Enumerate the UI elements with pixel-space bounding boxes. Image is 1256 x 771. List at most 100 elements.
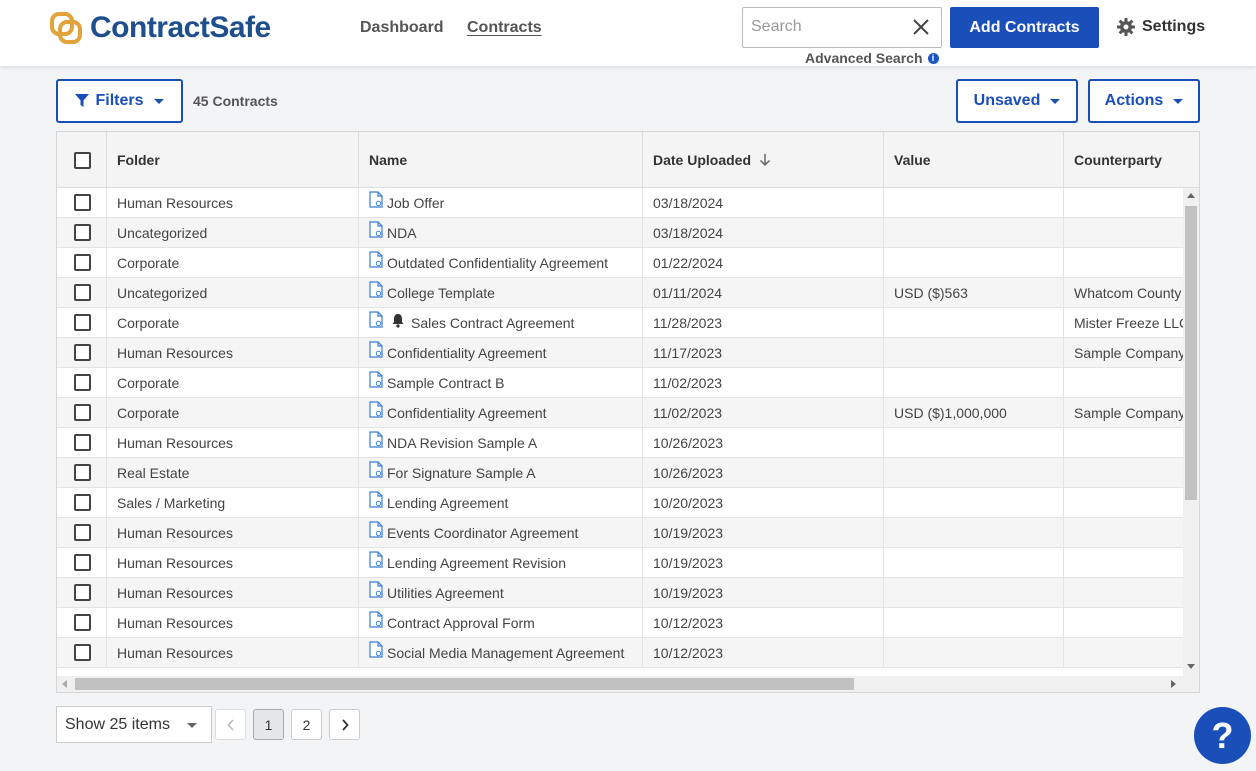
contract-name-link[interactable]: Contract Approval Form: [387, 615, 535, 631]
row-checkbox[interactable]: [74, 524, 91, 541]
name-cell[interactable]: Sales Contract Agreement: [359, 308, 643, 338]
name-cell[interactable]: Utilities Agreement: [359, 578, 643, 608]
table-row[interactable]: Human Resources Contract Approval Form 10/…: [57, 608, 1183, 638]
row-checkbox[interactable]: [74, 614, 91, 631]
contract-name-link[interactable]: Lending Agreement: [387, 495, 508, 511]
contract-name-link[interactable]: Events Coordinator Agreement: [387, 525, 578, 541]
table-row[interactable]: Corporate Outdated Confidentiality Agreem…: [57, 248, 1183, 278]
scroll-down-icon[interactable]: [1187, 664, 1195, 669]
contract-name-link[interactable]: Sample Contract B: [387, 375, 505, 391]
help-button[interactable]: ?: [1194, 707, 1251, 764]
row-checkbox[interactable]: [74, 314, 91, 331]
column-header-counterparty[interactable]: Counterparty: [1064, 132, 1199, 188]
name-cell[interactable]: Events Coordinator Agreement: [359, 518, 643, 548]
page-2-button[interactable]: 2: [291, 709, 322, 740]
nav-dashboard[interactable]: Dashboard: [360, 19, 444, 37]
scroll-right-icon[interactable]: [1171, 680, 1176, 688]
row-checkbox[interactable]: [74, 194, 91, 211]
name-cell[interactable]: NDA: [359, 218, 643, 248]
name-cell[interactable]: Contract Approval Form: [359, 608, 643, 638]
name-cell[interactable]: NDA Revision Sample A: [359, 428, 643, 458]
column-header-name[interactable]: Name: [359, 132, 643, 188]
row-checkbox[interactable]: [74, 584, 91, 601]
table-row[interactable]: Real Estate For Signature Sample A 10/26/2…: [57, 458, 1183, 488]
contract-name-link[interactable]: Confidentiality Agreement: [387, 405, 547, 421]
contract-name-link[interactable]: Utilities Agreement: [387, 585, 504, 601]
vertical-scrollbar[interactable]: [1183, 188, 1199, 676]
table-row[interactable]: Human Resources Job Offer 03/18/2024: [57, 188, 1183, 218]
contract-name-link[interactable]: For Signature Sample A: [387, 465, 536, 481]
prev-page-button[interactable]: [215, 709, 246, 740]
close-icon[interactable]: [911, 17, 931, 37]
add-contracts-button[interactable]: Add Contracts: [950, 7, 1099, 48]
table-row[interactable]: Uncategorized NDA 03/18/2024: [57, 218, 1183, 248]
contract-name-link[interactable]: NDA Revision Sample A: [387, 435, 537, 451]
advanced-search-link[interactable]: Advanced Search i: [805, 50, 939, 66]
contract-name-link[interactable]: Outdated Confidentiality Agreement: [387, 255, 608, 271]
vertical-scroll-thumb[interactable]: [1185, 206, 1197, 500]
name-cell[interactable]: Outdated Confidentiality Agreement: [359, 248, 643, 278]
table-row[interactable]: Sales / Marketing Lending Agreement 10/20/…: [57, 488, 1183, 518]
name-cell[interactable]: Social Media Management Agreement: [359, 638, 643, 668]
contract-name-link[interactable]: Lending Agreement Revision: [387, 555, 566, 571]
name-cell[interactable]: Confidentiality Agreement: [359, 398, 643, 428]
contract-name-link[interactable]: Social Media Management Agreement: [387, 645, 624, 661]
contract-name-link[interactable]: Job Offer: [387, 195, 444, 211]
document-icon: [369, 368, 383, 398]
table-row[interactable]: Uncategorized College Template 01/11/2024 U…: [57, 278, 1183, 308]
logo[interactable]: ContractSafe: [48, 10, 271, 46]
folder-cell: Real Estate: [107, 458, 359, 488]
row-checkbox[interactable]: [74, 224, 91, 241]
table-row[interactable]: Human Resources Events Coordinator Agreem…: [57, 518, 1183, 548]
name-cell[interactable]: College Template: [359, 278, 643, 308]
horizontal-scroll-thumb[interactable]: [75, 678, 854, 690]
table-row[interactable]: [57, 668, 1183, 676]
table-row[interactable]: Corporate Confidentiality Agreement 11/02/…: [57, 398, 1183, 428]
cell-text: Real Estate: [117, 465, 190, 481]
table-row[interactable]: Corporate Sample Contract B 11/02/2023: [57, 368, 1183, 398]
name-cell[interactable]: For Signature Sample A: [359, 458, 643, 488]
name-cell[interactable]: Lending Agreement: [359, 488, 643, 518]
settings-button[interactable]: Settings: [1116, 17, 1205, 37]
select-all-checkbox[interactable]: [74, 152, 91, 169]
table-row[interactable]: Human Resources Utilities Agreement 10/19/…: [57, 578, 1183, 608]
saved-view-dropdown[interactable]: Unsaved: [956, 79, 1078, 123]
contract-name-link[interactable]: NDA: [387, 225, 417, 241]
contract-name-link[interactable]: Confidentiality Agreement: [387, 345, 547, 361]
table-row[interactable]: Corporate Sales Contract Agreement 11/28/2…: [57, 308, 1183, 338]
contract-name-link[interactable]: College Template: [387, 285, 495, 301]
table-row[interactable]: Human Resources NDA Revision Sample A 10/2…: [57, 428, 1183, 458]
row-checkbox[interactable]: [74, 374, 91, 391]
filters-button[interactable]: Filters: [56, 79, 183, 123]
actions-dropdown[interactable]: Actions: [1088, 79, 1200, 123]
name-cell[interactable]: Job Offer: [359, 188, 643, 218]
row-checkbox[interactable]: [74, 494, 91, 511]
contract-name-link[interactable]: Sales Contract Agreement: [411, 315, 574, 331]
row-checkbox[interactable]: [74, 644, 91, 661]
row-checkbox[interactable]: [74, 434, 91, 451]
row-checkbox[interactable]: [74, 284, 91, 301]
page-size-select[interactable]: Show 25 items: [56, 706, 212, 743]
scroll-left-icon[interactable]: [62, 680, 67, 688]
next-page-button[interactable]: [329, 709, 360, 740]
horizontal-scrollbar[interactable]: [57, 676, 1199, 692]
table-row[interactable]: Human Resources Lending Agreement Revisio…: [57, 548, 1183, 578]
scroll-up-icon[interactable]: [1187, 193, 1195, 198]
table-row[interactable]: Human Resources Social Media Management A…: [57, 638, 1183, 668]
counterparty-cell: [1064, 248, 1183, 278]
table-row[interactable]: Human Resources Confidentiality Agreement…: [57, 338, 1183, 368]
row-checkbox[interactable]: [74, 404, 91, 421]
row-checkbox[interactable]: [74, 554, 91, 571]
row-checkbox[interactable]: [74, 254, 91, 271]
search-input[interactable]: [751, 18, 901, 36]
column-header-date-uploaded[interactable]: Date Uploaded: [643, 132, 884, 188]
name-cell[interactable]: Lending Agreement Revision: [359, 548, 643, 578]
column-header-value[interactable]: Value: [884, 132, 1064, 188]
column-header-folder[interactable]: Folder: [107, 132, 359, 188]
row-checkbox[interactable]: [74, 344, 91, 361]
page-1-button[interactable]: 1: [253, 709, 284, 740]
nav-contracts[interactable]: Contracts: [467, 19, 542, 37]
name-cell[interactable]: Sample Contract B: [359, 368, 643, 398]
name-cell[interactable]: Confidentiality Agreement: [359, 338, 643, 368]
row-checkbox[interactable]: [74, 464, 91, 481]
